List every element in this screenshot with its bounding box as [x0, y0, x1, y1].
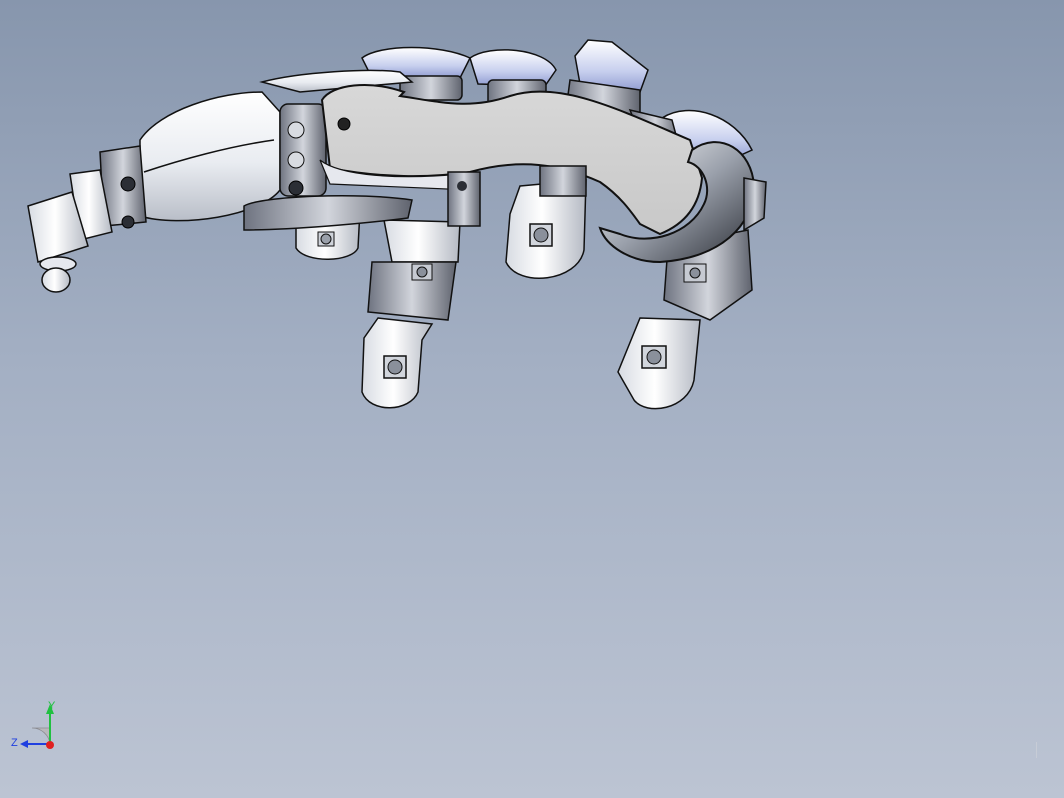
robotic-hand-model[interactable]: [0, 0, 1064, 798]
z-axis-arrow: [20, 740, 28, 748]
viewport-corner-mark: [1036, 742, 1037, 758]
y-axis-label: Y: [48, 700, 56, 712]
view-orientation-triad[interactable]: Y Z: [8, 700, 68, 760]
x-axis-dot: [46, 741, 54, 749]
z-axis-label: Z: [11, 737, 18, 749]
middle-finger: [361, 219, 461, 409]
triad-quadrant: [31, 727, 51, 745]
thumb-assembly: [27, 91, 327, 293]
graphics-viewport[interactable]: Y Z: [0, 0, 1064, 798]
